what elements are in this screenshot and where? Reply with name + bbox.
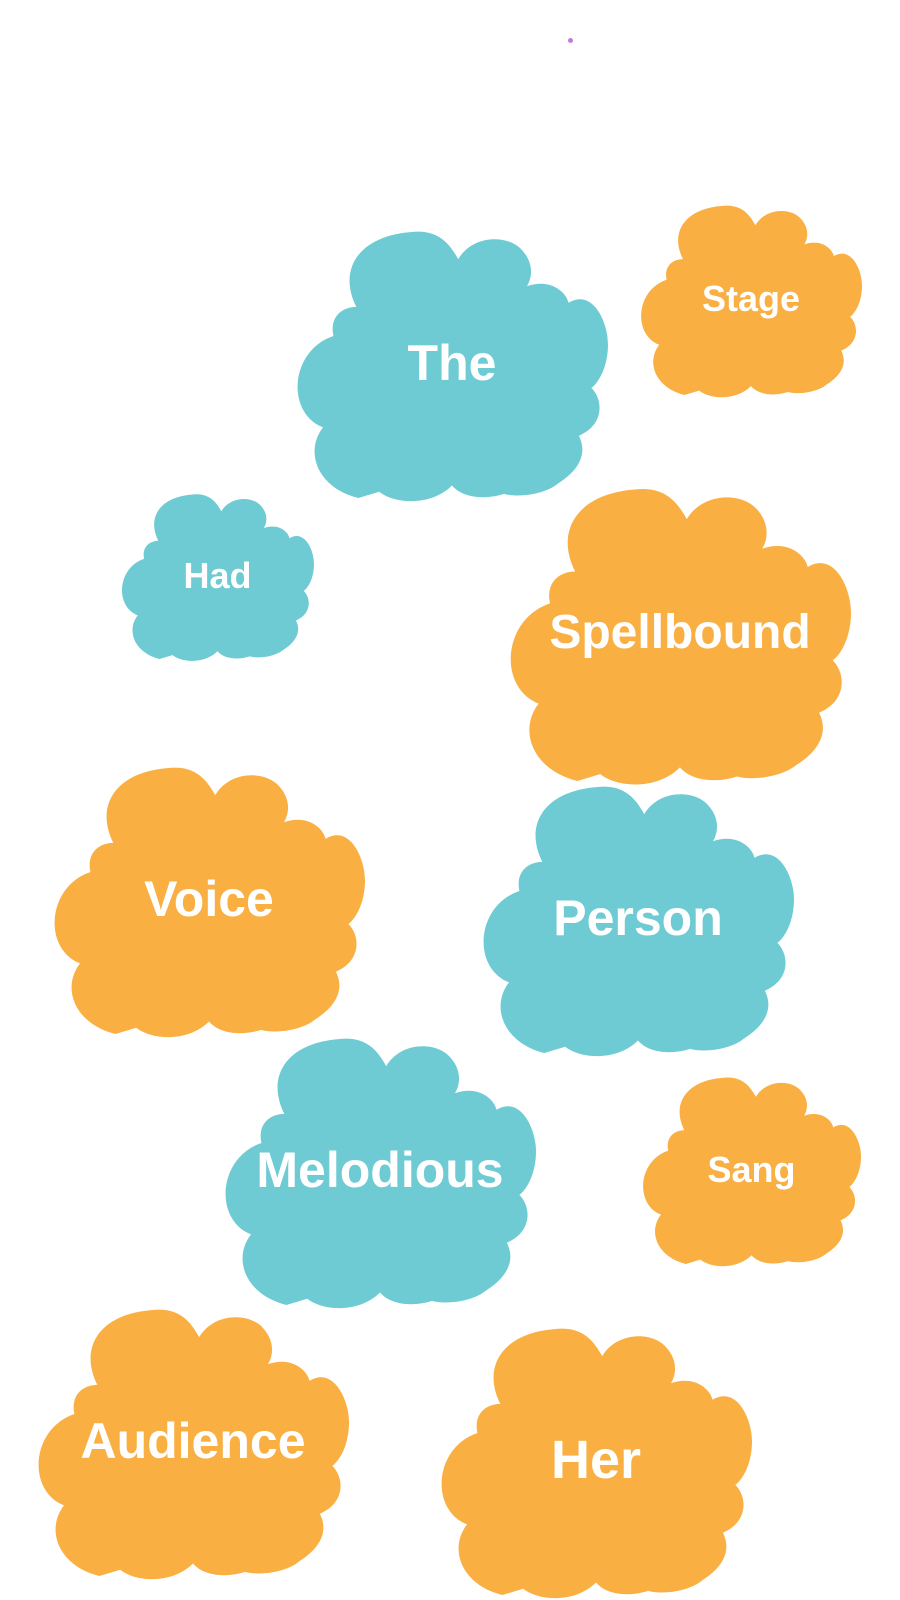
word-label-voice: Voice (144, 871, 274, 927)
word-cloud-had[interactable]: Had (121, 492, 314, 661)
word-label-her: Her (550, 1430, 642, 1490)
word-cloud-spellbound[interactable]: Spellbound (509, 485, 851, 785)
word-cloud-voice[interactable]: Voice (53, 764, 365, 1038)
word-cloud-the[interactable]: The (296, 228, 608, 502)
word-cloud-her[interactable]: Her (440, 1325, 752, 1599)
word-cloud-board: The Stage Had Spellbound Voice Person Me… (0, 0, 900, 1600)
word-label-audience: Audience (80, 1413, 306, 1469)
word-cloud-melodious[interactable]: Melodious (224, 1035, 536, 1309)
word-cloud-stage[interactable]: Stage (640, 203, 862, 398)
indicator-dot (568, 38, 573, 43)
word-label-melodious: Melodious (256, 1142, 504, 1198)
word-label-person: Person (553, 890, 723, 946)
word-cloud-sang[interactable]: Sang (642, 1075, 861, 1267)
word-cloud-audience[interactable]: Audience (37, 1306, 349, 1580)
word-label-spellbound: Spellbound (549, 606, 811, 659)
word-cloud-person[interactable]: Person (482, 783, 794, 1057)
word-label-the: The (407, 335, 497, 391)
word-label-stage: Stage (701, 278, 801, 319)
word-label-had: Had (183, 554, 252, 596)
word-label-sang: Sang (707, 1148, 796, 1190)
